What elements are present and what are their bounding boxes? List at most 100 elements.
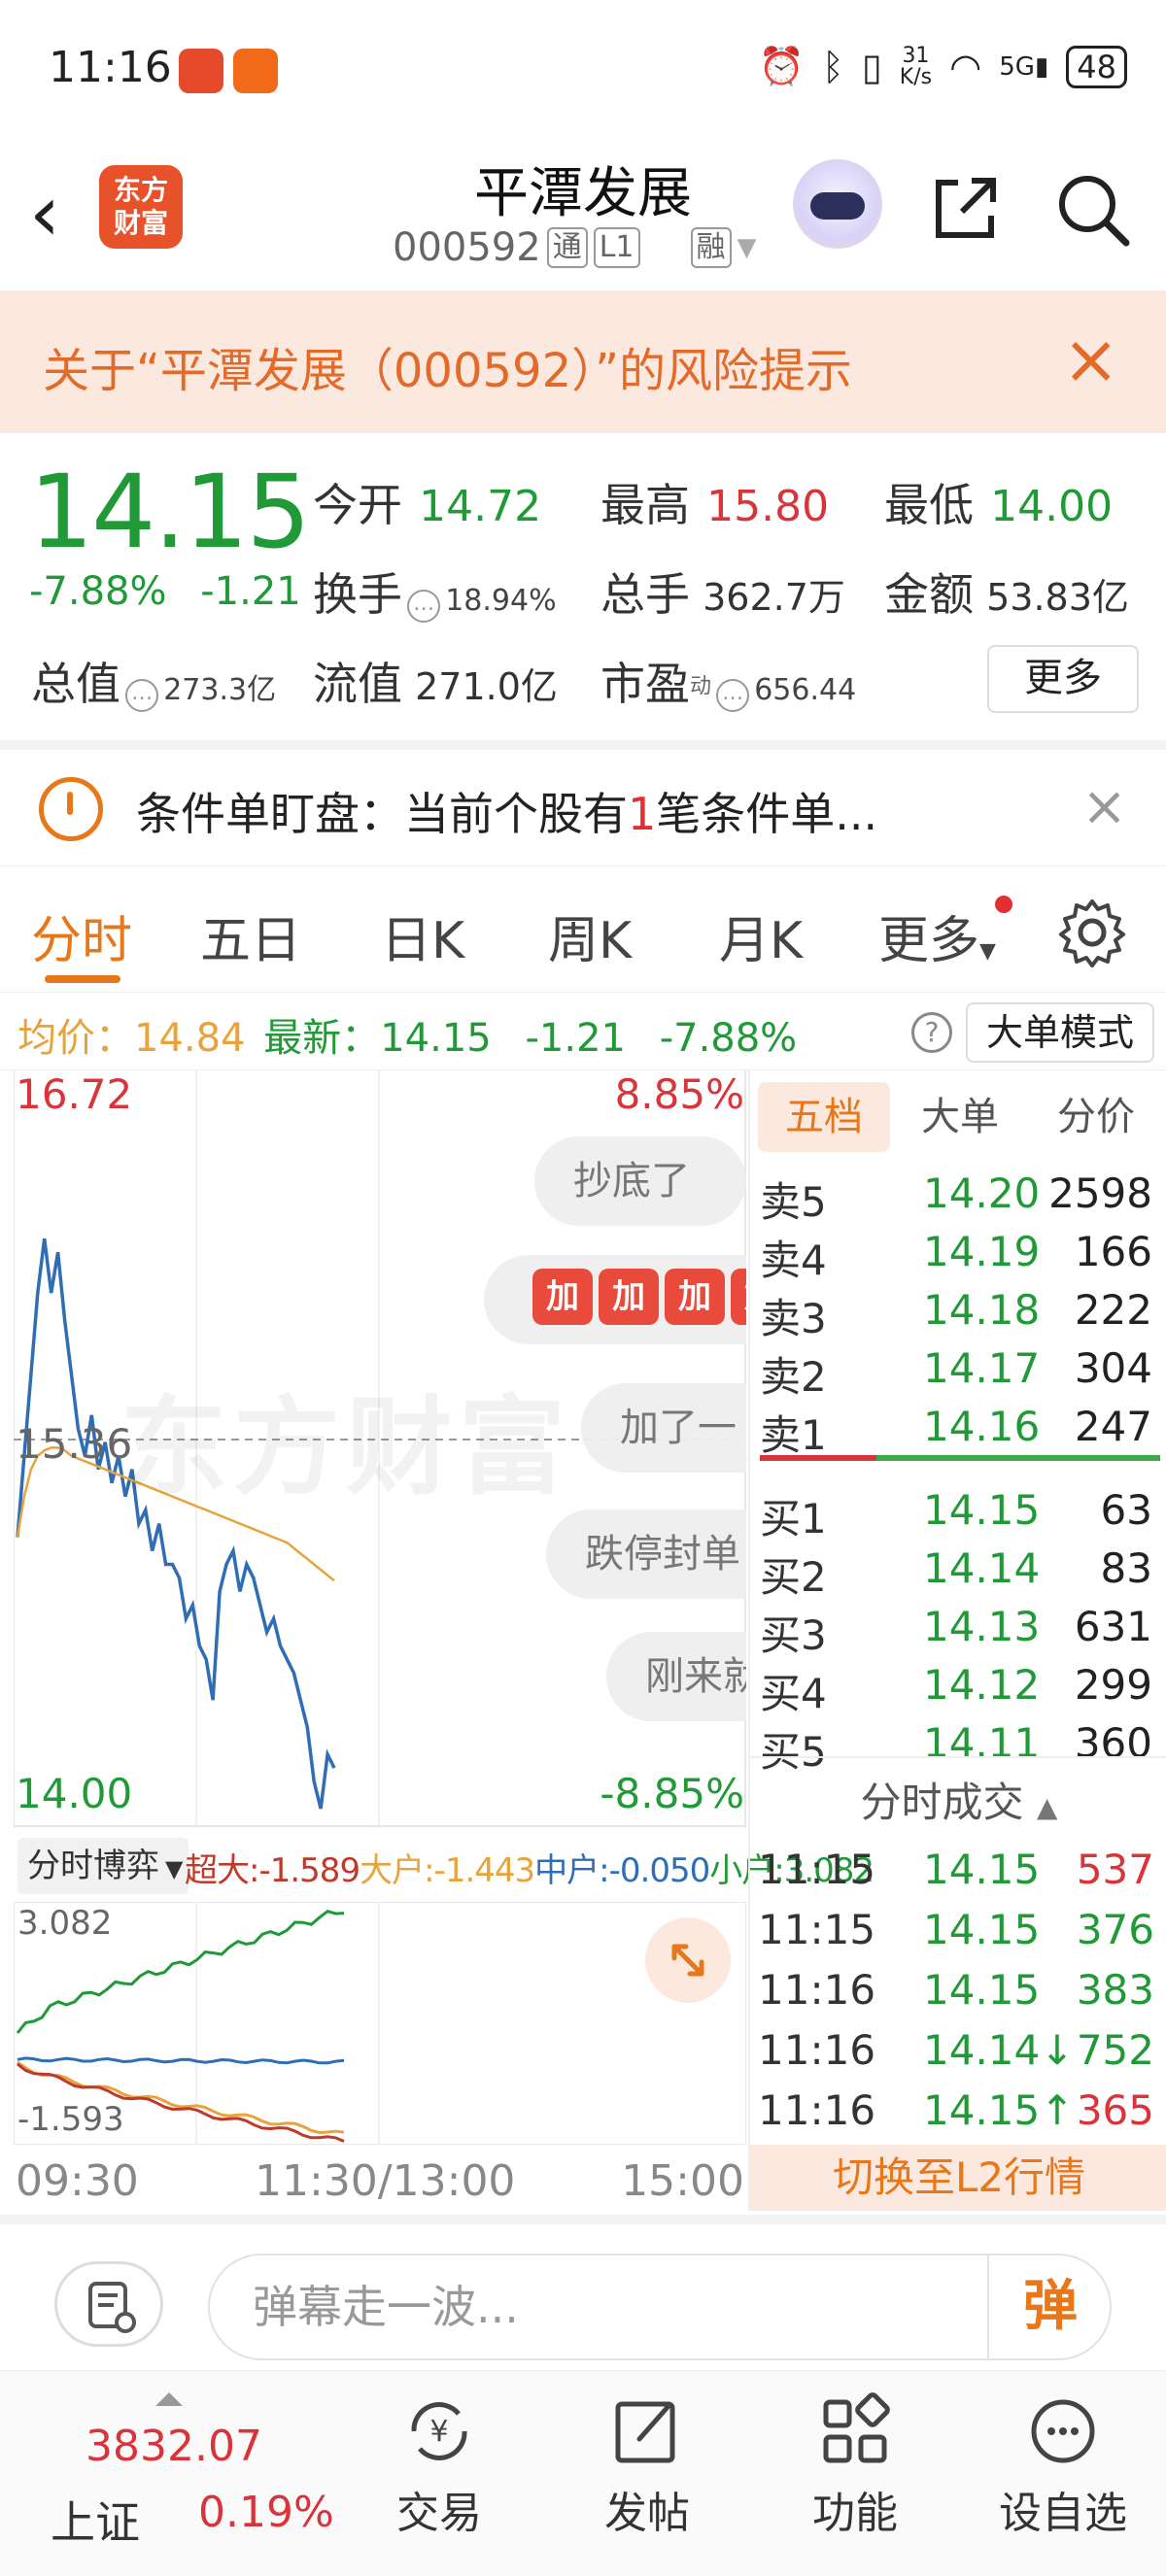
trade-volume: 537 [1076,1846,1154,1893]
ask-label: 卖5 [760,1178,827,1226]
bluetooth-icon: ᛒ [822,45,844,88]
tab-intraday[interactable]: 分时 [31,899,132,972]
pe-value: 656.44 [754,673,857,707]
nav-post[interactable]: 发帖 [569,2390,725,2540]
ask-volume: 304 [1074,1344,1152,1392]
trade-time: 11:16 [758,1966,876,2014]
chart-bottom-price: 14.00 [16,1770,133,1817]
bid-volume: 299 [1074,1661,1152,1709]
search-icon[interactable] [1054,171,1132,249]
trade-row: 11:16 14.15↑ 365 [758,2086,1160,2147]
pe-field: 市盈动 … 656.44 [600,649,856,713]
vibrate-icon: ▯ [861,45,882,88]
help-icon[interactable]: ? [911,1012,952,1053]
index-value[interactable]: 3832.07 [86,2422,262,2471]
switch-l2-button[interactable]: 切换至L2行情 [750,2145,1166,2211]
bid-ask-split-bar [760,1455,1160,1463]
danmu-settings-icon[interactable] [54,2261,163,2347]
sub-chart-selector[interactable]: 分时博弈 ▼ [17,1838,189,1894]
low-label: 最低 [884,479,974,531]
wifi-icon: ◠ [949,45,982,88]
tab-monthly-k[interactable]: 月K [719,899,803,972]
sub-top-value: 3.082 [17,1904,113,1943]
tab-daily-k[interactable]: 日K [381,899,464,972]
avg-price-text: 均价：14.84 最新：14.15 -1.21 -7.88% [17,1016,798,1061]
big-order-mode-button[interactable]: 大单模式 [966,1002,1154,1063]
watermark: 东方财富 [120,1385,571,1509]
expand-icon[interactable] [645,1917,731,2003]
tab-more[interactable]: 更多▼ [878,899,996,972]
time-axis-mid: 11:30/13:00 [255,2156,516,2206]
gear-icon[interactable] [1055,896,1129,969]
bid-label: 买4 [760,1670,827,1717]
level-tag: L1 [593,227,640,268]
danmu-bubble[interactable]: 加了一 [581,1383,746,1473]
more-button[interactable]: 更多 [987,645,1139,713]
tab-price-distribution[interactable]: 分价 [1030,1082,1162,1152]
bid-volume: 360 [1074,1719,1152,1767]
volume-value: 362.7万 [703,576,845,619]
stock-code: 000592 [393,225,541,270]
ask-row: 卖1 14.16 247 [760,1403,1158,1461]
nav-add-watchlist[interactable]: 设自选 [985,2390,1141,2540]
share-icon[interactable] [929,171,1003,245]
ask-volume: 222 [1074,1286,1152,1334]
trades-title[interactable]: 分时成交 ▲ [750,1770,1166,1829]
float-cap-label: 流值 [313,658,402,710]
nav-functions[interactable]: 功能 [777,2390,933,2540]
index-pct[interactable]: 0.19% [198,2488,334,2537]
stock-header: ‹ 东方 财富 平潭发展 000592 通 L1 融 ▼ [0,146,1166,291]
intraday-chart[interactable]: 东方财富 16.72 8.85% 15.36 14.00 -8.85% 抄底了 … [14,1070,746,1828]
alarm-icon: ⏰ [758,45,806,87]
more-dots-icon[interactable]: … [407,589,441,623]
more-circle-icon [1031,2399,1095,2463]
low-field: 最低 14.00 [884,470,1113,534]
danmu-bubble[interactable]: 抄底了 [534,1136,746,1226]
assistant-robot-icon[interactable] [793,159,882,249]
index-name[interactable]: 上证 [51,2488,140,2552]
chart-mid-price: 15.36 [16,1420,133,1468]
margin-tag[interactable]: 融 [690,227,732,268]
net-speed: 31 K/s [899,43,933,89]
danmu-plus-bubble[interactable]: 加加加加 [484,1255,746,1344]
danmu-bubble[interactable]: 跌停封单 [546,1509,746,1599]
index-caret-icon[interactable] [155,2392,183,2406]
condition-order-banner[interactable]: 条件单盯盘：当前个股有1笔条件单... × [0,740,1166,866]
trade-time: 11:15 [758,1906,876,1953]
connect-tag: 通 [546,227,588,268]
danmu-bubble[interactable]: 刚来就 [606,1632,746,1721]
tab-big-orders[interactable]: 大单 [894,1082,1026,1152]
bid-label: 买1 [760,1495,827,1542]
more-dots-icon[interactable]: … [716,678,750,712]
danmu-input[interactable]: 弹幕走一波... [208,2254,1112,2360]
trade-time: 11:16 [758,2026,876,2074]
send-danmu-button[interactable]: 弹 [987,2255,1112,2358]
risk-banner[interactable]: 关于“平潭发展（000592）”的风险提示 × [0,291,1166,433]
bid-price: 14.14 [923,1544,1041,1592]
trade-row: 11:16 14.14↓ 752 [758,2026,1160,2086]
close-icon[interactable]: × [1081,775,1127,838]
chevron-down-icon[interactable]: ▼ [737,233,757,262]
caret-down-icon: ▼ [165,1855,184,1882]
condition-order-text[interactable]: 条件单盯盘：当前个股有1笔条件单... [136,779,877,843]
quote-panel: 14.15 -7.88% -1.21 今开 14.72 最高 15.80 最低 … [0,433,1166,740]
amount-field: 金额 53.83亿 [884,559,1129,624]
notification-dot [995,896,1012,913]
ask-volume: 2598 [1048,1169,1152,1217]
bottom-nav: 3832.07 上证 0.19% ¥ 交易 发帖 功能 设自选 [0,2370,1166,2576]
trade-volume: 365 [1076,2086,1154,2134]
time-axis-start: 09:30 [16,2156,139,2206]
close-icon[interactable]: × [1062,321,1119,398]
sub-bottom-value: -1.593 [17,2100,124,2139]
change-pct: -7.88% [29,569,167,614]
more-dots-icon[interactable]: … [125,678,159,712]
tab-five-levels[interactable]: 五档 [758,1082,890,1152]
nav-trade[interactable]: ¥ 交易 [361,2390,517,2540]
tab-weekly-k[interactable]: 周K [548,899,632,972]
capital-flow-chart[interactable]: 3.082 -1.593 [14,1902,746,2145]
high-label: 最高 [600,479,690,531]
tab-five-day[interactable]: 五日 [200,899,301,972]
amount-label: 金额 [884,568,974,621]
trade-row: 11:15 14.15 537 [758,1846,1160,1906]
risk-banner-text[interactable]: 关于“平潭发展（000592）”的风险提示 [43,332,852,400]
